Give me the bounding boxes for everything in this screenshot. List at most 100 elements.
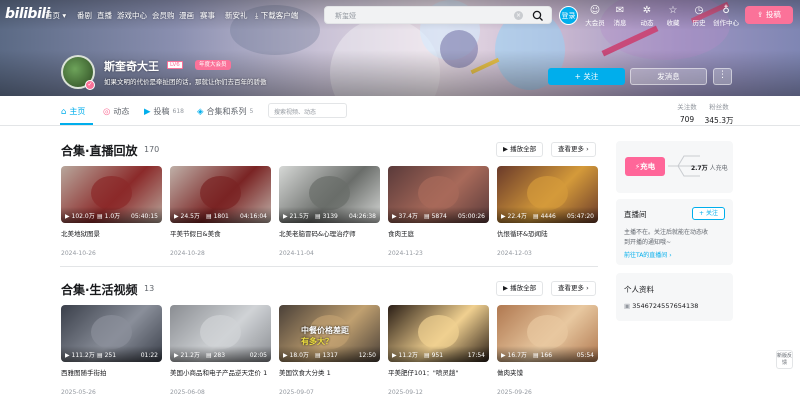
video-thumbnail[interactable]: ▶ 37.4万 ▤ 5874 05:00:26 [388, 166, 489, 223]
top-icon-history[interactable]: ◷ 历史 [685, 5, 713, 27]
id-card-icon: ▣ [624, 302, 631, 310]
search-bar[interactable]: 斯玺娅 × [324, 6, 552, 24]
danmaku-count: ▤ 951 [424, 352, 444, 359]
section-title-life: 合集·生活视频 [61, 283, 138, 297]
video-title[interactable]: 做肉夹馍 [497, 367, 598, 377]
video-card[interactable]: 中餐价格差距 有多大？ ▶ 18.0万 ▤ 1317 12:50 美国饮食大分类 … [279, 305, 380, 396]
tab-home[interactable]: ⌂ 主页 [61, 106, 85, 117]
top-icon-creator[interactable]: ♁ 创作中心 [712, 5, 740, 27]
stat-fans[interactable]: 粉丝数 345.3万 [702, 101, 736, 126]
danmaku-icon: ▤ [533, 213, 539, 220]
live-desc-2: 到开播的通知哦~ [624, 239, 672, 246]
danmaku-icon: ▤ [206, 213, 212, 220]
play-icon: ▶ [174, 352, 179, 359]
view-count: ▶ 16.7万 [501, 352, 527, 359]
video-card[interactable]: ▶ 37.4万 ▤ 5874 05:00:26 食肉王庭 2024-11-23 [388, 166, 489, 257]
danmaku-icon: ▤ [424, 352, 430, 359]
login-avatar[interactable]: 登录 [559, 6, 578, 25]
video-card[interactable]: ▶ 21.5万 ▤ 3139 04:26:38 北美老脑冒码&心理治疗师 202… [279, 166, 380, 257]
search-input[interactable]: 斯玺娅 [335, 11, 356, 21]
play-all-button[interactable]: ▶ 播放全部 [496, 281, 544, 296]
top-icon-favorite[interactable]: ☆ 收藏 [659, 5, 687, 27]
danmaku-icon: ▤ [315, 352, 321, 359]
active-tab-indicator [60, 123, 93, 125]
see-more-button[interactable]: 查看更多 › [551, 281, 596, 296]
nav-item-home[interactable]: 首页 ▾ [45, 10, 66, 21]
video-title[interactable]: 食肉王庭 [388, 228, 489, 238]
view-count: ▶ 22.4万 [501, 213, 527, 220]
video-date: 2025-06-08 [170, 389, 205, 396]
video-card[interactable]: ▶ 102.0万 ▤ 1.0万 05:40:15 北美地狱图景 2024-10-… [61, 166, 162, 257]
nav-item-bangumi[interactable]: 番剧 [77, 10, 92, 21]
video-thumbnail[interactable]: ▶ 102.0万 ▤ 1.0万 05:40:15 [61, 166, 162, 223]
tab-collections[interactable]: ◈ 合集和系列 5 [197, 106, 253, 117]
bulb-icon: ♁ [722, 5, 730, 16]
video-card[interactable]: ▶ 24.5万 ▤ 1801 04:16:04 平美节假日&美食 2024-10… [170, 166, 271, 257]
video-card[interactable]: ▶ 22.4万 ▤ 4446 05:47:20 仇恨循环&恐闻陆 2024-12… [497, 166, 598, 257]
video-card[interactable]: ▶ 21.2万 ▤ 283 02:05 美国小商品和电子产品逆天定价 1 202… [170, 305, 271, 396]
video-title[interactable]: 美国小商品和电子产品逆天定价 1 [170, 367, 271, 377]
video-card[interactable]: ▶ 111.2万 ▤ 251 01:22 西雅图随手街拍 2025-05-26 [61, 305, 162, 396]
clear-icon[interactable]: × [514, 11, 523, 20]
top-icon-dynamic[interactable]: ✲ 动态 [633, 5, 661, 27]
danmaku-count: ▤ 283 [206, 352, 226, 359]
video-title[interactable]: 北美地狱图景 [61, 228, 162, 238]
video-duration: 01:22 [140, 352, 158, 359]
search-icon[interactable] [531, 9, 545, 23]
video-title[interactable]: 平美节假日&美食 [170, 228, 271, 238]
live-room-link[interactable]: 前往TA的直播间 › [624, 250, 672, 259]
video-title[interactable]: 仇恨循环&恐闻陆 [497, 228, 598, 238]
video-date: 2025-09-12 [388, 389, 423, 396]
video-thumbnail[interactable]: 中餐价格差距 有多大？ ▶ 18.0万 ▤ 1317 12:50 [279, 305, 380, 362]
message-button[interactable]: 发消息 [630, 68, 707, 85]
nav-item-download[interactable]: ⤓ 下载客户端 [255, 10, 298, 21]
collection-tab-icon: ◈ [197, 106, 204, 117]
dynamic-icon: ✲ [642, 5, 652, 16]
video-thumbnail[interactable]: ▶ 22.4万 ▤ 4446 05:47:20 [497, 166, 598, 223]
bilibili-logo[interactable]: bilibili [5, 6, 50, 22]
video-card[interactable]: ▶ 16.7万 ▤ 166 05:54 做肉夹馍 2025-09-26 [497, 305, 598, 396]
video-title[interactable]: 美国饮食大分类 1 [279, 367, 380, 377]
video-thumbnail[interactable]: ▶ 21.2万 ▤ 283 02:05 [170, 305, 271, 362]
danmaku-count: ▤ 166 [533, 352, 553, 359]
stat-following[interactable]: 关注数 709 [670, 101, 704, 124]
video-title[interactable]: 北美老脑冒码&心理治疗师 [279, 228, 380, 238]
nav-item-manga[interactable]: 漫画 [179, 10, 194, 21]
more-icon[interactable]: ⋮ [713, 68, 732, 85]
home-icon: ⌂ [61, 106, 67, 117]
video-thumbnail[interactable]: ▶ 24.5万 ▤ 1801 04:16:04 [170, 166, 271, 223]
danmaku-icon: ▤ [97, 352, 103, 359]
nav-item-gift[interactable]: 新安礼 [225, 10, 248, 21]
video-thumbnail[interactable]: ▶ 111.2万 ▤ 251 01:22 [61, 305, 162, 362]
play-icon: ▶ [392, 213, 397, 220]
top-icon-vip[interactable]: ☺ 大会员 [581, 5, 609, 27]
tab-dynamic[interactable]: ◎ 动态 [103, 106, 129, 117]
video-thumbnail[interactable]: ▶ 21.5万 ▤ 3139 04:26:38 [279, 166, 380, 223]
nav-item-mall[interactable]: 会员购 [152, 10, 175, 21]
video-title[interactable]: 西雅图随手街拍 [61, 367, 162, 377]
play-all-button[interactable]: ▶ 播放全部 [496, 142, 544, 157]
nav-item-game[interactable]: 游戏中心 [117, 10, 147, 21]
view-count: ▶ 18.0万 [283, 352, 309, 359]
upload-button[interactable]: ⇪ 投稿 [745, 6, 793, 24]
video-date: 2025-09-26 [497, 389, 532, 396]
nav-item-match[interactable]: 赛事 [200, 10, 215, 21]
view-count: ▶ 102.0万 [65, 213, 95, 220]
tab-search-input[interactable]: 搜索视频、动态 [268, 103, 347, 118]
tab-uploads[interactable]: ▶ 投稿 618 [144, 106, 184, 117]
view-count: ▶ 21.2万 [174, 352, 200, 359]
video-title[interactable]: 平美肥仔101："喷灵趟" [388, 367, 489, 377]
nav-item-live[interactable]: 直播 [97, 10, 112, 21]
follow-button[interactable]: + 关注 [548, 68, 625, 85]
danmaku-count: ▤ 5874 [424, 213, 447, 220]
video-thumbnail[interactable]: ▶ 16.7万 ▤ 166 05:54 [497, 305, 598, 362]
feedback-button[interactable]: 新版反馈 [776, 350, 793, 369]
video-card[interactable]: ▶ 11.2万 ▤ 951 17:54 平美肥仔101："喷灵趟" 2025-0… [388, 305, 489, 396]
profile-info-panel [616, 273, 733, 321]
top-icon-message[interactable]: ✉ 消息 [606, 5, 634, 27]
see-more-button[interactable]: 查看更多 › [551, 142, 596, 157]
live-follow-button[interactable]: + 关注 [692, 207, 725, 220]
video-thumbnail[interactable]: ▶ 11.2万 ▤ 951 17:54 [388, 305, 489, 362]
danmaku-icon: ▤ [424, 213, 430, 220]
charge-button[interactable]: ⚡充电 [625, 157, 665, 176]
